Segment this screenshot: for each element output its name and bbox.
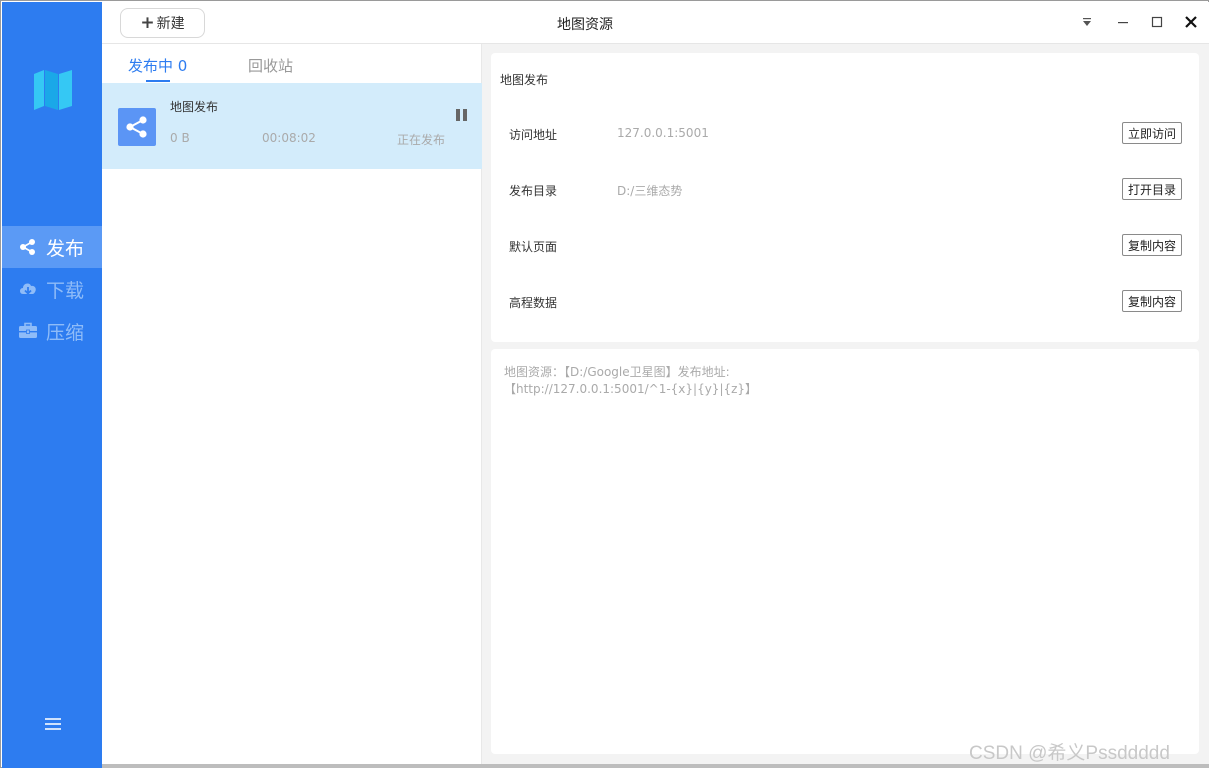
publish-directory-value: D:/三维态势 bbox=[617, 184, 683, 198]
task-name: 地图发布 bbox=[170, 100, 219, 114]
info-label: 访问地址 bbox=[509, 128, 558, 142]
app-logo-icon bbox=[32, 68, 74, 112]
copy-elevation-button[interactable]: 复制内容 bbox=[1122, 290, 1182, 312]
log-line: 【http://127.0.0.1:5001/^1-{x}|{y}|{z}】 bbox=[504, 382, 758, 396]
minimize-icon[interactable] bbox=[1113, 12, 1133, 32]
info-row-default-page: 默认页面 复制内容 bbox=[491, 234, 1199, 258]
sidebar: 发布 下载 压缩 bbox=[2, 2, 102, 768]
info-label: 高程数据 bbox=[509, 296, 558, 310]
sidebar-item-label: 压缩 bbox=[46, 321, 85, 344]
detail-area: 地图发布 访问地址 127.0.0.1:5001 立即访问 发布目录 D:/三维… bbox=[482, 44, 1209, 767]
visit-now-button[interactable]: 立即访问 bbox=[1122, 122, 1182, 144]
sidebar-item-publish[interactable]: 发布 bbox=[2, 226, 102, 268]
close-icon[interactable] bbox=[1181, 12, 1201, 32]
tab-publishing[interactable]: 发布中 0 bbox=[128, 55, 187, 76]
log-panel[interactable]: 地图资源：【D:/Google卫星图】发布地址: 【http://127.0.0… bbox=[491, 349, 1199, 754]
plus-icon: + bbox=[140, 13, 155, 33]
publish-info-card: 地图发布 访问地址 127.0.0.1:5001 立即访问 发布目录 D:/三维… bbox=[491, 53, 1199, 342]
info-row-elevation: 高程数据 复制内容 bbox=[491, 290, 1199, 314]
active-tab-indicator bbox=[146, 80, 170, 82]
tab-recycle-bin[interactable]: 回收站 bbox=[248, 55, 293, 76]
app-window: 发布 下载 压缩 + 新建 地图资源 发布中 0 回收站 地图发布 0 B 00… bbox=[0, 0, 1209, 768]
window-title: 地图资源 bbox=[557, 17, 613, 33]
cloud-download-icon bbox=[18, 279, 38, 299]
access-url-value: 127.0.0.1:5001 bbox=[617, 126, 709, 140]
task-size: 0 B bbox=[170, 131, 190, 145]
title-bar: + 新建 地图资源 bbox=[102, 2, 1209, 44]
card-title: 地图发布 bbox=[500, 73, 549, 87]
pause-icon[interactable] bbox=[456, 109, 470, 123]
log-line: 地图资源：【D:/Google卫星图】发布地址: bbox=[504, 365, 730, 379]
task-elapsed-time: 00:08:02 bbox=[262, 131, 316, 145]
copy-default-page-button[interactable]: 复制内容 bbox=[1122, 234, 1182, 256]
info-label: 默认页面 bbox=[509, 240, 558, 254]
briefcase-icon bbox=[18, 321, 38, 341]
open-directory-button[interactable]: 打开目录 bbox=[1122, 178, 1182, 200]
sidebar-item-compress[interactable]: 压缩 bbox=[2, 310, 102, 352]
new-button[interactable]: + 新建 bbox=[120, 8, 205, 38]
share-icon bbox=[118, 108, 156, 146]
new-button-label: 新建 bbox=[156, 16, 185, 32]
dropdown-menu-icon[interactable] bbox=[1077, 12, 1097, 32]
sidebar-item-label: 下载 bbox=[46, 279, 85, 302]
info-row-url: 访问地址 127.0.0.1:5001 立即访问 bbox=[491, 122, 1199, 146]
list-item[interactable]: 地图发布 0 B 00:08:02 正在发布 bbox=[102, 83, 482, 169]
sidebar-item-label: 发布 bbox=[46, 237, 85, 260]
info-label: 发布目录 bbox=[509, 184, 558, 198]
task-status: 正在发布 bbox=[397, 133, 446, 147]
maximize-icon[interactable] bbox=[1147, 12, 1167, 32]
watermark: CSDN @希义Pssddddd bbox=[969, 743, 1170, 764]
info-row-directory: 发布目录 D:/三维态势 打开目录 bbox=[491, 178, 1199, 202]
hamburger-menu-icon[interactable] bbox=[44, 716, 62, 732]
sidebar-item-download[interactable]: 下载 bbox=[2, 268, 102, 310]
share-icon bbox=[18, 237, 38, 257]
task-list-panel: 发布中 0 回收站 地图发布 0 B 00:08:02 正在发布 bbox=[102, 44, 482, 767]
